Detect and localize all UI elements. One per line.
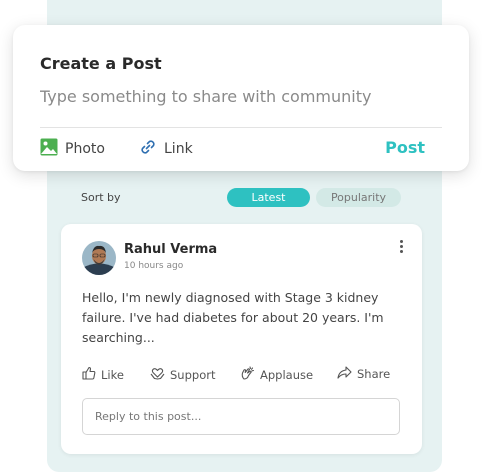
applause-button[interactable]: Applause [240,366,313,384]
link-label: Link [164,141,193,157]
reply-input[interactable] [82,398,400,435]
composer-divider [40,127,442,128]
photo-icon [40,138,58,160]
create-post-card: Create a Post Photo Link Post [13,25,469,171]
create-post-title: Create a Post [40,54,162,73]
more-vertical-icon[interactable] [397,240,405,254]
add-link-button[interactable]: Link [139,138,193,160]
clapping-hands-icon [240,366,255,384]
like-button[interactable]: Like [82,366,124,383]
share-label: Share [357,367,391,381]
heart-hands-icon [150,366,165,383]
sort-latest-button[interactable]: Latest [227,188,310,207]
applause-label: Applause [260,368,314,382]
post-author-name[interactable]: Rahul Verma [124,242,217,257]
post-card: Rahul Verma 10 hours ago Hello, I'm newl… [61,224,422,454]
share-icon [337,366,352,382]
sort-popularity-button[interactable]: Popularity [316,188,401,207]
support-button[interactable]: Support [150,366,215,383]
link-icon [139,138,157,160]
support-label: Support [170,367,216,382]
photo-label: Photo [65,141,105,157]
post-text-input[interactable] [40,87,440,106]
like-label: Like [101,367,124,382]
thumbs-up-icon [82,366,96,383]
share-button[interactable]: Share [337,366,390,382]
sort-label: Sort by [81,191,121,204]
post-timestamp: 10 hours ago [124,261,184,271]
avatar[interactable] [82,241,116,275]
post-button[interactable]: Post [385,138,425,157]
add-photo-button[interactable]: Photo [40,138,105,160]
post-body: Hello, I'm newly diagnosed with Stage 3 … [82,290,384,345]
